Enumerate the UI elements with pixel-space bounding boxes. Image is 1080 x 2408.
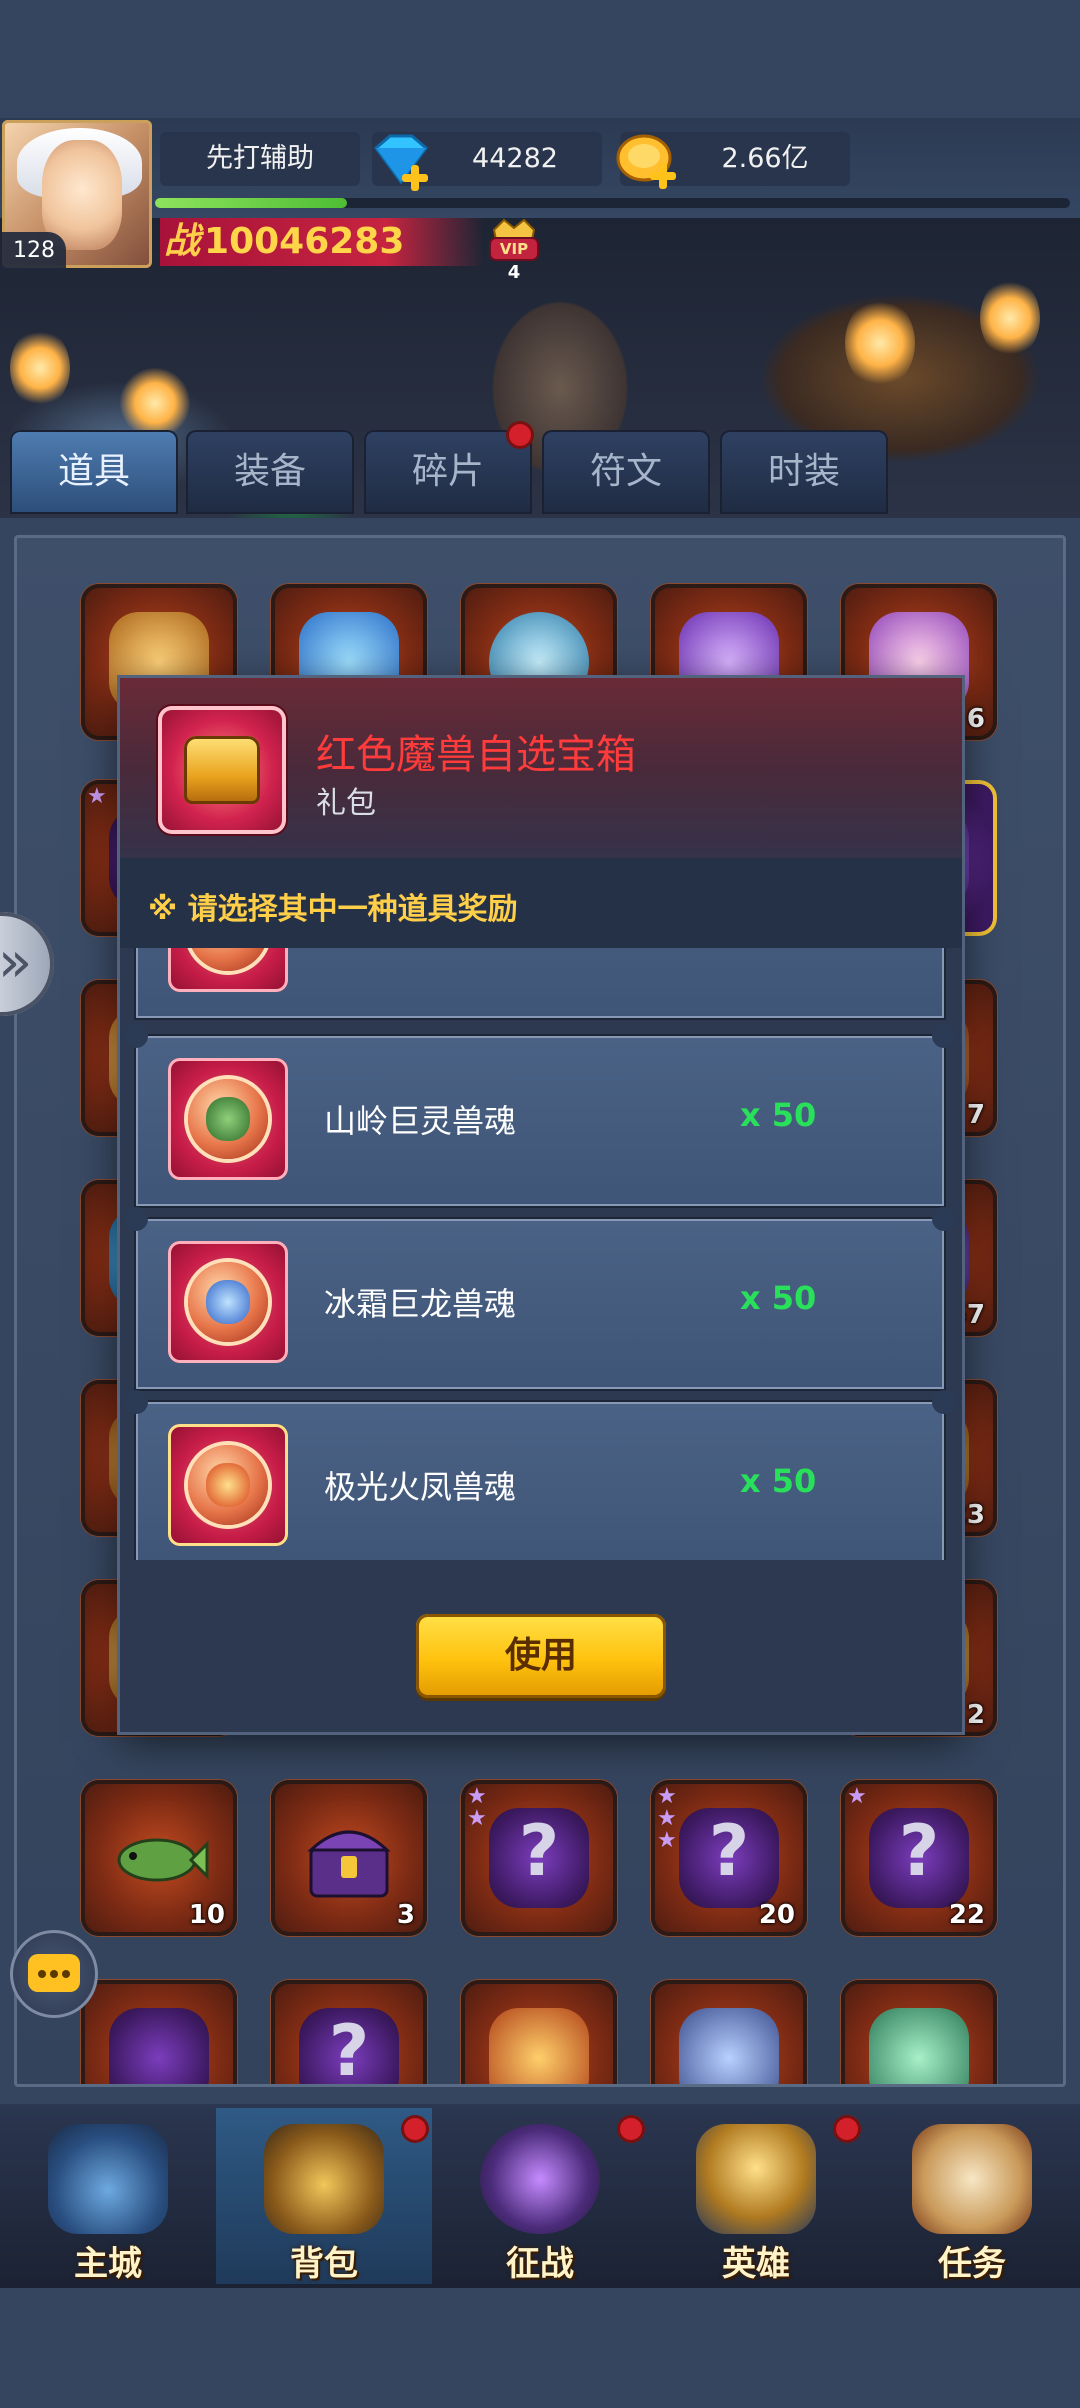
header-banner: 128 先打辅助 44282 2.66亿 战 10046283 VIP 4 道具 … [0, 118, 1080, 518]
reward-option[interactable]: 山岭巨灵兽魂 x 50 [124, 1024, 956, 1206]
star-icon: ★ [87, 784, 107, 809]
reward-quantity: x 50 [740, 1096, 817, 1134]
mountain-spirit-beast-icon [168, 1058, 288, 1180]
inventory-slot[interactable] [81, 1980, 237, 2084]
red-beast-chest-icon [158, 706, 286, 834]
player-name[interactable]: 先打辅助 [160, 132, 360, 186]
inventory-slot[interactable] [461, 1980, 617, 2084]
scroll-icon [912, 2124, 1032, 2234]
item-count: 2 [966, 1700, 985, 1730]
torch-icon [980, 278, 1040, 358]
item-count: 7 [966, 1100, 985, 1130]
item-count: 6 [966, 704, 985, 734]
star-icon: ★ ★ [467, 1784, 487, 1831]
inventory-slot[interactable]: ? ★ ★ [461, 1780, 617, 1936]
reward-name: 极光火凤兽魂 [324, 1468, 517, 1506]
hint-bar: ※ 请选择其中一种道具奖励 [120, 858, 962, 948]
reward-option[interactable]: 冰霜巨龙兽魂 x 50 [124, 1207, 956, 1389]
nav-label: 征战 [506, 2244, 574, 2284]
torch-icon [10, 328, 70, 408]
nav-label: 英雄 [722, 2244, 790, 2284]
power-prefix: 战 [164, 221, 201, 262]
dialog-header: 红色魔兽自选宝箱 礼包 [120, 678, 962, 858]
notification-dot [620, 2118, 642, 2140]
gold-coin-plus-icon[interactable] [612, 128, 682, 192]
torch-icon [120, 368, 190, 438]
item-icon [679, 2008, 779, 2084]
hero-helmet-icon [696, 2124, 816, 2234]
chest-select-dialog: 红色魔兽自选宝箱 礼包 ※ 请选择其中一种道具奖励 山岭巨灵兽魂 x 50 冰霜… [120, 678, 962, 1732]
notification-dot [836, 2118, 858, 2140]
hint-text: ※ 请选择其中一种道具奖励 [148, 892, 518, 927]
inventory-slot[interactable]: ? ★ 22 [841, 1780, 997, 1936]
tab-costumes[interactable]: 时装 [720, 430, 888, 514]
item-icon [109, 2008, 209, 2084]
aurora-fire-phoenix-icon [168, 1424, 288, 1546]
inventory-slot[interactable] [841, 1980, 997, 2084]
frost-dragon-beast-icon [168, 1241, 288, 1363]
inventory-slot[interactable] [651, 1980, 807, 2084]
notification-dot [404, 2118, 426, 2140]
nav-quests[interactable]: 任务 [864, 2108, 1080, 2284]
use-button[interactable]: 使用 [416, 1614, 666, 1698]
nav-main-city[interactable]: 主城 [0, 2108, 216, 2284]
inventory-slot[interactable]: 10 [81, 1780, 237, 1936]
item-icon [869, 2008, 969, 2084]
reward-name: 山岭巨灵兽魂 [324, 1102, 517, 1140]
item-count: 22 [948, 1900, 985, 1930]
reward-option[interactable] [136, 948, 944, 1018]
backpack-chest-icon [264, 2124, 384, 2234]
gem-plus-icon[interactable] [366, 130, 436, 194]
double-chevron-right-icon: » [0, 930, 33, 995]
vip-label: VIP [500, 240, 528, 258]
nav-label: 背包 [290, 2244, 358, 2284]
beast-soul-icon [168, 948, 288, 992]
inventory-slot[interactable]: ? ★ ★ ★ 20 [651, 1780, 807, 1936]
tab-equipment[interactable]: 装备 [186, 430, 354, 514]
nav-campaign[interactable]: 征战 [432, 2108, 648, 2284]
vip-level: 4 [508, 262, 521, 283]
item-count: 10 [188, 1900, 225, 1930]
reward-quantity: x 50 [740, 1462, 817, 1500]
vip-badge-icon[interactable]: VIP 4 [484, 216, 544, 286]
item-icon [489, 2008, 589, 2084]
avatar[interactable]: 128 [2, 120, 152, 270]
item-count: 3 [396, 1900, 415, 1930]
reward-list[interactable]: 山岭巨灵兽魂 x 50 冰霜巨龙兽魂 x 50 极光火凤兽魂 x 50 [120, 948, 962, 1560]
nav-label: 主城 [74, 2244, 142, 2284]
gold-count: 2.66亿 [721, 143, 809, 174]
star-icon: ★ ★ ★ [657, 1784, 677, 1853]
tab-runes[interactable]: 符文 [542, 430, 710, 514]
fragments-notification-dot [509, 424, 531, 446]
inventory-slot[interactable]: ? [271, 1980, 427, 2084]
combat-power: 战 10046283 [160, 218, 484, 266]
reward-option[interactable]: 极光火凤兽魂 x 50 [124, 1390, 956, 1560]
reward-name: 冰霜巨龙兽魂 [324, 1285, 517, 1323]
nav-label: 任务 [938, 2244, 1006, 2284]
chat-button[interactable] [10, 1930, 98, 2018]
treasure-chest-icon [184, 736, 260, 804]
castle-icon [48, 2124, 168, 2234]
bottom-nav: 主城 背包 征战 英雄 任务 [0, 2104, 1080, 2288]
reward-quantity: x 50 [740, 1279, 817, 1317]
exp-bar-fill [155, 198, 347, 208]
fish-icon [117, 1838, 209, 1882]
inventory-slot[interactable]: 3 [271, 1780, 427, 1936]
power-value: 10046283 [204, 221, 405, 262]
torch-icon [845, 298, 915, 388]
treasure-chest-icon [307, 1830, 391, 1898]
nav-heroes[interactable]: 英雄 [648, 2108, 864, 2284]
level-badge: 128 [2, 232, 66, 270]
tab-items[interactable]: 道具 [10, 430, 178, 514]
star-icon: ★ [847, 1784, 867, 1809]
exp-bar [155, 198, 1070, 208]
gem-count: 44282 [472, 143, 558, 174]
item-count: 20 [758, 1900, 795, 1930]
portal-icon [480, 2124, 600, 2234]
chat-bubble-icon [28, 1954, 80, 1992]
tab-fragments[interactable]: 碎片 [364, 430, 532, 514]
nav-backpack[interactable]: 背包 [216, 2108, 432, 2284]
dialog-subtitle: 礼包 [316, 786, 376, 821]
dialog-title: 红色魔兽自选宝箱 [316, 732, 636, 778]
